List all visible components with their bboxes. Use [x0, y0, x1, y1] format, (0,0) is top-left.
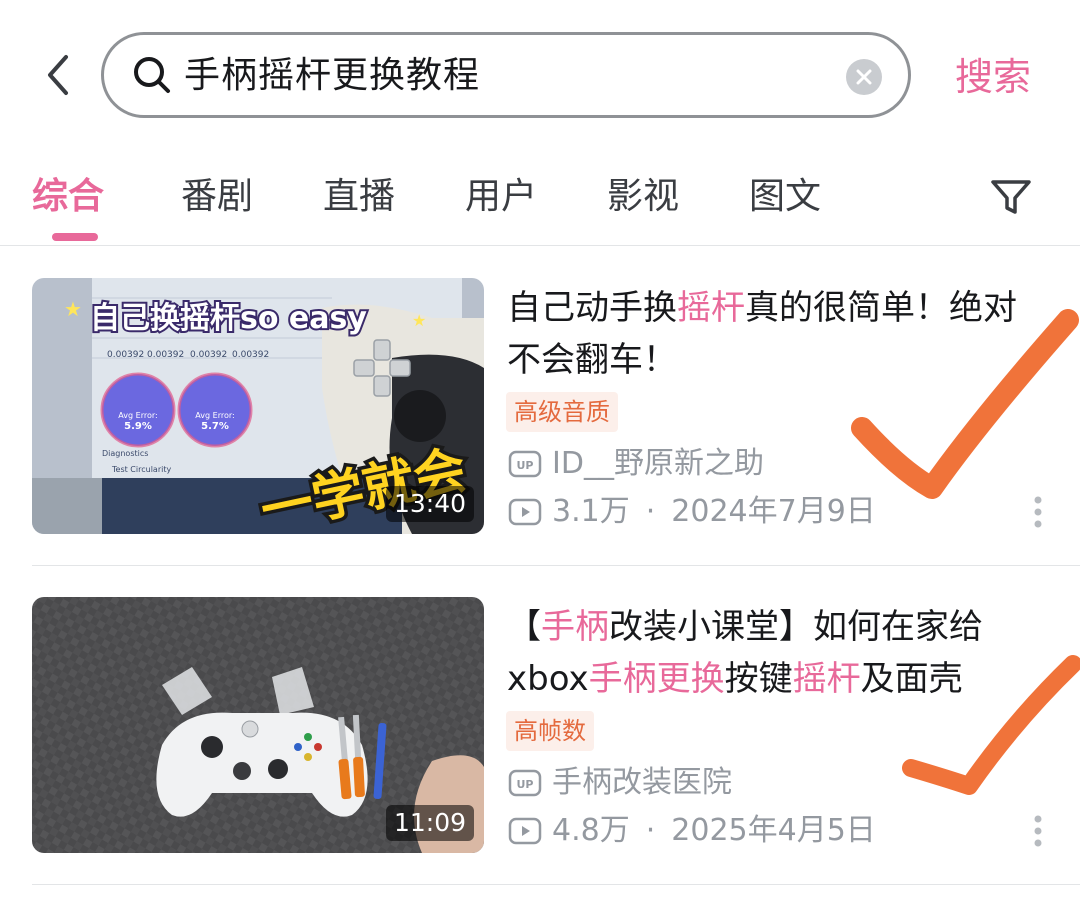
search-input[interactable]: 手柄摇杆更换教程: [101, 32, 911, 118]
tab-users[interactable]: 用户: [465, 172, 537, 222]
avg-error-label-2: Avg Error:: [195, 411, 234, 420]
uploader-row[interactable]: UP ID__野原新之助: [508, 444, 764, 484]
video-title[interactable]: 【手柄改装小课堂】如何在家给xbox手柄更换按键摇杆及面壳: [507, 601, 1037, 705]
quality-tag: 高级音质: [506, 392, 618, 432]
search-icon: [134, 57, 170, 93]
more-vertical-icon[interactable]: [1030, 492, 1046, 532]
tab-active-indicator: [52, 233, 98, 241]
up-icon: UP: [508, 450, 542, 478]
axis-value-4: 0.00392: [232, 350, 269, 360]
chevron-left-icon: [48, 55, 68, 95]
video-thumbnail[interactable]: 0.00392 0.00392 0.00392 0.00392 Avg Erro…: [32, 278, 484, 534]
up-icon: UP: [508, 769, 542, 797]
avg-error-value-2: 5.7%: [201, 421, 229, 432]
view-count: 3.1万: [552, 494, 630, 529]
search-query[interactable]: 手柄摇杆更换教程: [184, 49, 480, 103]
title-highlight: 摇杆: [792, 659, 861, 699]
back-button[interactable]: [36, 50, 80, 100]
svg-text:UP: UP: [517, 459, 534, 472]
video-card[interactable]: 0.00392 0.00392 0.00392 0.00392 Avg Erro…: [0, 278, 1080, 538]
title-text: 及面壳: [860, 659, 963, 699]
tab-film-tv[interactable]: 影视: [607, 172, 679, 222]
svg-text:★: ★: [412, 311, 426, 330]
title-highlight: 摇杆: [677, 288, 745, 328]
avg-error-label-1: Avg Error:: [118, 411, 157, 420]
stats-row: 3.1万 · 2024年7月9日: [508, 492, 876, 532]
separator: ·: [645, 494, 656, 529]
tab-live[interactable]: 直播: [323, 172, 395, 222]
publish-date: 2025年4月5日: [671, 813, 876, 848]
separator: ·: [645, 813, 656, 848]
search-button[interactable]: 搜索: [955, 50, 1031, 104]
close-icon: [856, 69, 872, 85]
quality-tag: 高帧数: [506, 711, 594, 751]
svg-text:★: ★: [64, 297, 82, 321]
more-vertical-icon[interactable]: [1030, 811, 1046, 851]
diagnostics-label: Diagnostics: [102, 449, 148, 458]
publish-date: 2024年7月9日: [671, 494, 876, 529]
divider: [32, 884, 1080, 885]
title-highlight: 手柄: [541, 607, 609, 647]
uploader-name: ID__野原新之助: [552, 446, 764, 481]
duration-badge: 11:09: [385, 805, 474, 841]
avg-error-value-1: 5.9%: [124, 421, 152, 432]
axis-value-3: 0.00392: [190, 350, 227, 360]
uploader-name: 手柄改装医院: [552, 765, 732, 800]
tab-all[interactable]: 综合: [32, 172, 104, 222]
axis-value-2: 0.00392: [147, 350, 184, 360]
filter-icon[interactable]: [988, 174, 1034, 220]
svg-text:UP: UP: [517, 778, 534, 791]
video-thumbnail[interactable]: 11:09: [32, 597, 484, 853]
axis-value-1: 0.00392: [107, 350, 144, 360]
divider: [0, 245, 1080, 246]
title-text: 自己动手换: [507, 288, 677, 328]
title-highlight: 手柄更换: [588, 659, 725, 699]
title-text: 按键: [724, 659, 793, 699]
video-title[interactable]: 自己动手换摇杆真的很简单！绝对不会翻车！: [507, 282, 1037, 386]
uploader-row[interactable]: UP 手柄改装医院: [508, 763, 732, 803]
circularity-label: Test Circularity: [111, 465, 171, 474]
duration-badge: 13:40: [385, 486, 474, 522]
tab-bar: 综合 番剧 直播 用户 影视 图文: [0, 158, 1080, 246]
video-card[interactable]: 11:09 【手柄改装小课堂】如何在家给xbox手柄更换按键摇杆及面壳 高帧数 …: [0, 597, 1080, 857]
divider: [32, 565, 1080, 566]
view-count: 4.8万: [552, 813, 630, 848]
tab-articles[interactable]: 图文: [749, 172, 821, 222]
thumbnail-caption: 自己换摇杆so easy: [90, 301, 367, 336]
stats-row: 4.8万 · 2025年4月5日: [508, 811, 876, 851]
clear-button[interactable]: [846, 59, 882, 95]
play-icon: [508, 817, 542, 845]
play-icon: [508, 498, 542, 526]
tab-bangumi[interactable]: 番剧: [181, 172, 253, 222]
title-text: 【: [507, 607, 541, 647]
